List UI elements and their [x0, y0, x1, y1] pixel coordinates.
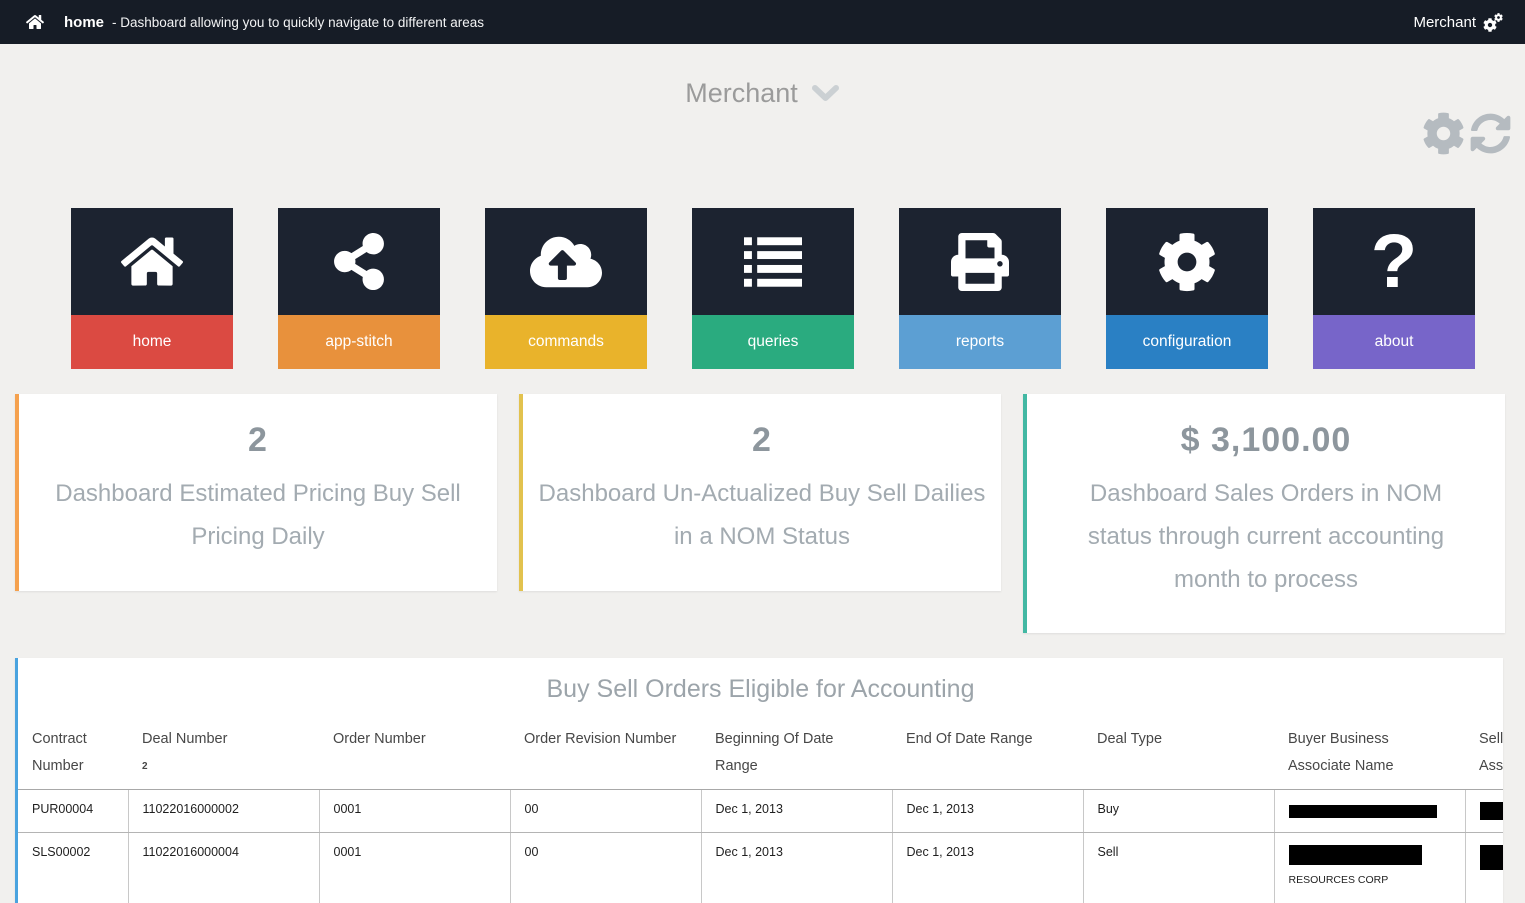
stat-card-estimated-pricing: 2 Dashboard Estimated Pricing Buy Sell P…	[15, 394, 497, 591]
col-deal-type: Deal Type	[1083, 716, 1274, 789]
stat-value: 2	[19, 421, 497, 460]
col-deal-number: Deal Number2	[128, 716, 319, 789]
chevron-down-icon	[811, 84, 840, 103]
stat-cards: 2 Dashboard Estimated Pricing Buy Sell P…	[15, 394, 1510, 633]
col-order-revision-number: Order Revision Number	[510, 716, 701, 789]
tile-app-stitch-icon-box	[278, 208, 440, 315]
tile-about[interactable]: ? about	[1313, 208, 1475, 369]
stat-card-unactualized: 2 Dashboard Un-Actualized Buy Sell Daili…	[519, 394, 1001, 591]
stat-value: $ 3,100.00	[1027, 421, 1505, 460]
cell-beginning-of-date-range: Dec 1, 2013	[701, 832, 892, 903]
home-icon[interactable]	[26, 14, 44, 30]
cell-deal-type: Buy	[1083, 789, 1274, 832]
cell-buyer-business-associate-name: RESOURCES CORP	[1274, 832, 1465, 903]
cell-order-number: 0001	[319, 789, 510, 832]
cell-deal-number: 11022016000004	[128, 832, 319, 903]
tile-label: commands	[485, 315, 647, 369]
printer-icon	[951, 233, 1009, 291]
cell-seller-business-associate-name	[1465, 832, 1503, 903]
col-end-of-date-range: End Of Date Range	[892, 716, 1083, 789]
orders-table-title: Buy Sell Orders Eligible for Accounting	[18, 658, 1503, 704]
cell-contract-number: SLS00002	[18, 832, 128, 903]
page-header: Merchant	[0, 44, 1525, 120]
settings-gear-icon[interactable]	[1422, 112, 1465, 155]
user-menu-label: Merchant	[1413, 14, 1476, 31]
tile-label: queries	[692, 315, 854, 369]
orders-table: ContractNumber Deal Number2 Order Number…	[18, 716, 1503, 903]
cloud-upload-icon	[530, 233, 602, 291]
redacted-text-bar	[1289, 805, 1437, 818]
tile-home-icon-box	[71, 208, 233, 315]
cogs-icon	[1483, 13, 1505, 32]
cell-order-revision-number: 00	[510, 789, 701, 832]
cell-end-of-date-range: Dec 1, 2013	[892, 832, 1083, 903]
redacted-text-bar	[1289, 845, 1422, 865]
tile-queries-icon-box	[692, 208, 854, 315]
stat-description: Dashboard Sales Orders in NOM status thr…	[1027, 472, 1505, 601]
stat-card-sales-orders: $ 3,100.00 Dashboard Sales Orders in NOM…	[1023, 394, 1505, 633]
cell-order-number: 0001	[319, 832, 510, 903]
tile-label: about	[1313, 315, 1475, 369]
header-actions	[1422, 112, 1511, 155]
tile-app-stitch[interactable]: app-stitch	[278, 208, 440, 369]
cell-order-revision-number: 00	[510, 832, 701, 903]
cell-deal-type: Sell	[1083, 832, 1274, 903]
cell-contract-number: PUR00004	[18, 789, 128, 832]
cell-seller-business-associate-name	[1465, 789, 1503, 832]
breadcrumb-page: home	[64, 14, 104, 31]
page-title: Merchant	[685, 78, 798, 109]
redacted-text-bar	[1480, 845, 1504, 870]
cell-buyer-business-associate-name	[1274, 789, 1465, 832]
tile-queries[interactable]: queries	[692, 208, 854, 369]
stat-description: Dashboard Estimated Pricing Buy Sell Pri…	[19, 472, 497, 558]
col-buyer-business-associate-name: Buyer BusinessAssociate Name	[1274, 716, 1465, 789]
nav-tiles: home app-stitch commands queries reports	[71, 208, 1525, 369]
share-icon	[334, 233, 384, 290]
orders-table-header-row: ContractNumber Deal Number2 Order Number…	[18, 716, 1503, 789]
cell-beginning-of-date-range: Dec 1, 2013	[701, 789, 892, 832]
col-seller-business-associate-name: Seller BusinessAssociate Name	[1465, 716, 1503, 789]
top-bar: home - Dashboard allowing you to quickly…	[0, 0, 1525, 44]
list-icon	[744, 237, 802, 287]
tile-label: reports	[899, 315, 1061, 369]
refresh-icon[interactable]	[1470, 113, 1511, 154]
table-row: SLS00002 11022016000004 0001 00 Dec 1, 2…	[18, 832, 1503, 903]
tile-home[interactable]: home	[71, 208, 233, 369]
col-contract-number: ContractNumber	[18, 716, 128, 789]
buyer-name-visible-text: RESOURCES CORP	[1289, 874, 1451, 886]
tile-configuration[interactable]: configuration	[1106, 208, 1268, 369]
gear-icon	[1157, 232, 1217, 292]
tile-label: configuration	[1106, 315, 1268, 369]
home-icon	[121, 234, 183, 289]
stat-value: 2	[523, 421, 1001, 460]
tile-label: app-stitch	[278, 315, 440, 369]
tile-commands[interactable]: commands	[485, 208, 647, 369]
tile-label: home	[71, 315, 233, 369]
context-dropdown[interactable]: Merchant	[685, 44, 840, 109]
table-row: PUR00004 11022016000002 0001 00 Dec 1, 2…	[18, 789, 1503, 832]
cell-end-of-date-range: Dec 1, 2013	[892, 789, 1083, 832]
cell-deal-number: 11022016000002	[128, 789, 319, 832]
redacted-text-bar	[1480, 802, 1504, 820]
tile-reports[interactable]: reports	[899, 208, 1061, 369]
stat-description: Dashboard Un-Actualized Buy Sell Dailies…	[523, 472, 1001, 558]
orders-table-section: Buy Sell Orders Eligible for Accounting …	[15, 658, 1503, 903]
col-beginning-of-date-range: Beginning Of DateRange	[701, 716, 892, 789]
tile-about-icon-box: ?	[1313, 208, 1475, 315]
tile-configuration-icon-box	[1106, 208, 1268, 315]
tile-reports-icon-box	[899, 208, 1061, 315]
user-menu[interactable]: Merchant	[1413, 13, 1505, 32]
tile-commands-icon-box	[485, 208, 647, 315]
col-order-number: Order Number	[319, 716, 510, 789]
breadcrumb-description: - Dashboard allowing you to quickly navi…	[112, 15, 484, 30]
question-icon: ?	[1371, 224, 1417, 300]
